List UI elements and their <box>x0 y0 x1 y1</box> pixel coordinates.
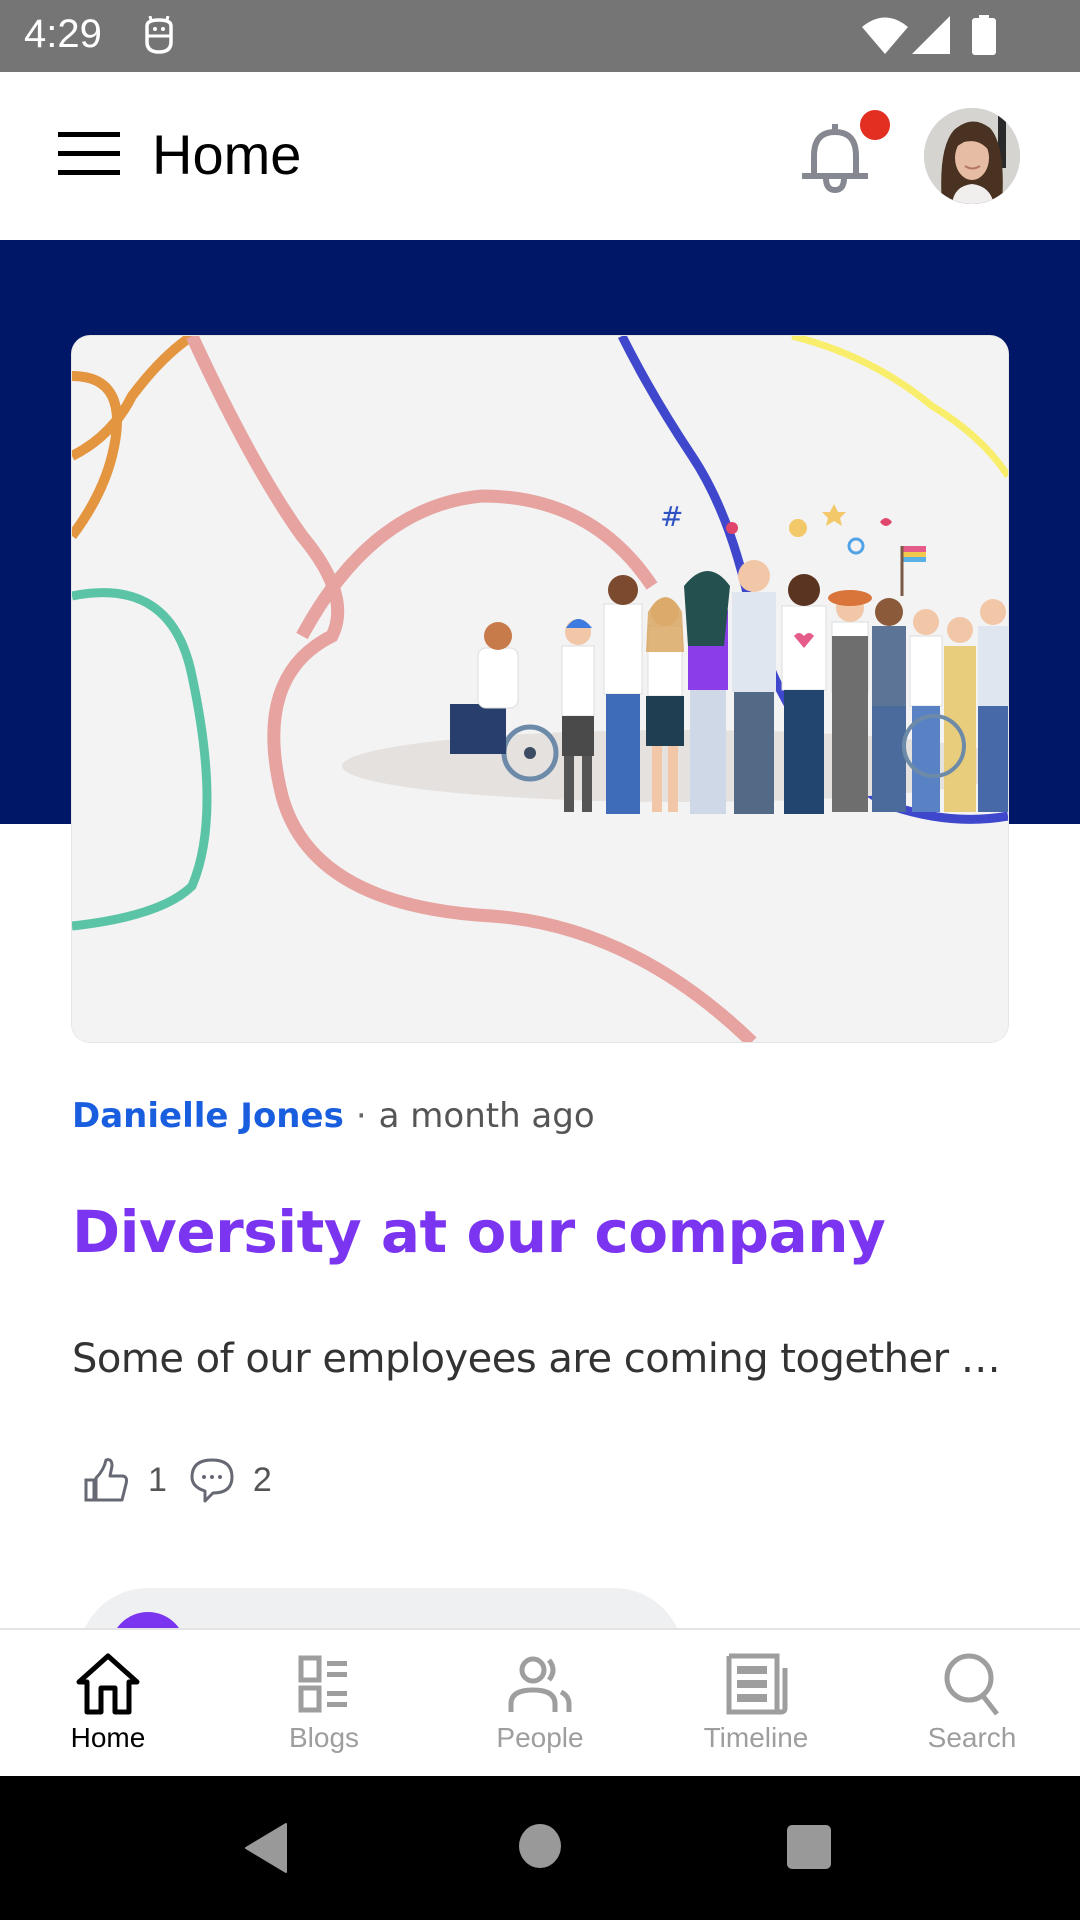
app-bar: Home <box>0 72 1080 240</box>
notification-badge <box>860 110 890 140</box>
hamburger-line <box>58 170 120 175</box>
nav-item-blogs[interactable]: Blogs <box>216 1630 432 1778</box>
search-icon <box>944 1653 999 1716</box>
home-circle-icon[interactable] <box>518 1822 562 1870</box>
user-avatar[interactable] <box>924 108 1020 204</box>
nav-label-blogs: Blogs <box>288 1722 360 1753</box>
status-time: 4:29 <box>24 12 102 56</box>
hamburger-menu-icon <box>58 132 120 137</box>
page-title: Home <box>152 123 302 186</box>
post-excerpt: Some of our employees are coming togethe… <box>72 1336 1012 1382</box>
hamburger-line <box>58 151 120 156</box>
nav-item-timeline[interactable]: Timeline <box>648 1630 864 1778</box>
menu-button[interactable] <box>58 132 120 178</box>
meta-separator: · <box>355 1096 367 1136</box>
comment-count: 2 <box>252 1460 272 1499</box>
nav-item-home[interactable]: Home <box>0 1630 216 1778</box>
diversity-illustration: # <box>72 336 1008 1042</box>
like-count: 1 <box>148 1460 167 1499</box>
post-title[interactable]: Diversity at our company <box>72 1198 886 1266</box>
nav-item-people[interactable]: People <box>432 1630 648 1778</box>
bell-icon[interactable] <box>800 120 870 200</box>
bottom-navigation: Home Blogs People Timeline Search <box>0 1628 1080 1778</box>
nav-label-home: Home <box>70 1722 146 1753</box>
recents-icon[interactable] <box>786 1824 832 1870</box>
post-image[interactable]: # <box>72 336 1008 1042</box>
back-icon[interactable] <box>244 1822 290 1874</box>
nav-label-timeline: Timeline <box>703 1722 809 1753</box>
svg-text:#: # <box>660 500 683 533</box>
app-notification-icon <box>145 16 173 54</box>
newspaper-icon <box>726 1653 788 1715</box>
people-icon <box>508 1656 572 1712</box>
post-author-link[interactable]: Danielle Jones <box>72 1096 344 1136</box>
nav-item-search[interactable]: Search <box>864 1630 1080 1778</box>
nav-label-search: Search <box>927 1722 1017 1753</box>
wifi-icon <box>862 17 908 54</box>
avatar-photo <box>924 108 1020 204</box>
cellular-signal-icon <box>912 16 950 54</box>
battery-icon <box>972 15 996 55</box>
thumbs-up-icon[interactable] <box>84 1456 130 1504</box>
post-time-ago: a month ago <box>378 1096 595 1136</box>
home-icon <box>76 1653 140 1715</box>
post-meta: Danielle Jones · a month ago <box>72 1096 595 1136</box>
system-navigation-bar <box>0 1776 1080 1920</box>
post-reactions: 1 2 <box>84 1452 294 1508</box>
nav-label-people: People <box>496 1722 584 1753</box>
blogs-grid-icon <box>298 1655 347 1713</box>
comment-icon[interactable] <box>189 1457 235 1503</box>
status-bar: 4:29 <box>0 0 1080 72</box>
